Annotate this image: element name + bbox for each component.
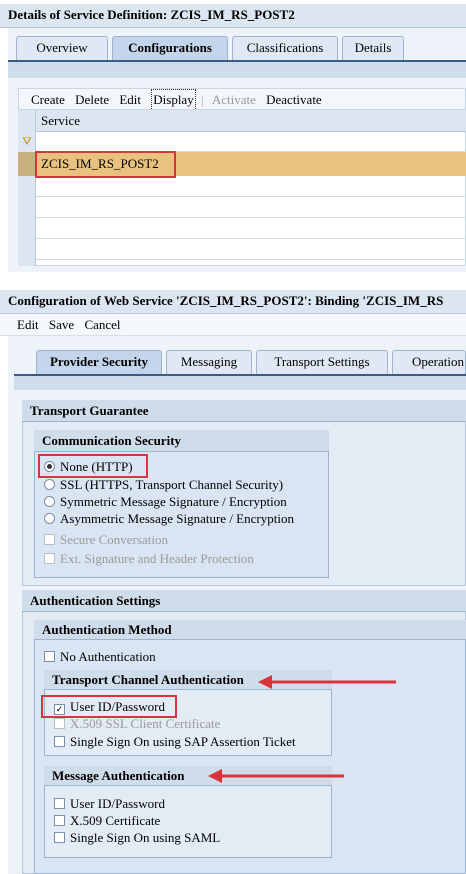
radio-ssl[interactable]: SSL (HTTPS, Transport Channel Security): [44, 476, 283, 493]
service-name-cell[interactable]: ZCIS_IM_RS_POST2: [41, 153, 173, 175]
annotation-arrow-message: [208, 769, 344, 783]
checkbox-label: Secure Conversation: [60, 532, 168, 547]
service-definition-title: Details of Service Definition: ZCIS_IM_R…: [0, 4, 466, 28]
check-no-authentication[interactable]: No Authentication: [44, 648, 156, 665]
radio-none-http[interactable]: None (HTTP): [44, 458, 133, 475]
tab-band-bottom: [14, 374, 466, 390]
checkbox-icon[interactable]: [54, 815, 65, 826]
radio-symmetric[interactable]: Symmetric Message Signature / Encryption: [44, 493, 287, 510]
checkbox-label: User ID/Password: [70, 699, 165, 714]
row-selector-selected[interactable]: [18, 152, 36, 176]
communication-security-header: Communication Security: [34, 430, 329, 452]
tab-provider-security[interactable]: Provider Security: [36, 350, 162, 374]
tab-band: [8, 60, 466, 78]
radio-selected-icon[interactable]: [44, 461, 55, 472]
edit-button[interactable]: Edit: [119, 90, 141, 110]
checkbox-icon[interactable]: [54, 798, 65, 809]
filter-icon[interactable]: ⛛: [20, 134, 34, 150]
save-button[interactable]: Save: [49, 314, 74, 336]
radio-label: Asymmetric Message Signature / Encryptio…: [60, 511, 294, 526]
tab-overview[interactable]: Overview: [16, 36, 108, 60]
check-tc-x509[interactable]: X.509 SSL Client Certificate: [54, 715, 220, 732]
checkbox-label: Single Sign On using SAP Assertion Ticke…: [70, 734, 296, 749]
tab-messaging[interactable]: Messaging: [166, 350, 252, 374]
check-msg-user-password[interactable]: User ID/Password: [54, 795, 165, 812]
tab-operation[interactable]: Operation: [392, 350, 466, 374]
checkbox-label: User ID/Password: [70, 796, 165, 811]
checkbox-icon[interactable]: [54, 832, 65, 843]
authentication-method-header: Authentication Method: [34, 620, 466, 640]
toolbar-separator: |: [200, 92, 204, 107]
transport-guarantee-header: Transport Guarantee: [22, 400, 466, 422]
column-header-service[interactable]: Service: [36, 110, 466, 132]
tab-configurations[interactable]: Configurations: [112, 36, 228, 60]
display-button[interactable]: Display: [151, 89, 196, 111]
radio-label: Symmetric Message Signature / Encryption: [60, 494, 287, 509]
radio-icon[interactable]: [44, 479, 55, 490]
create-button[interactable]: Create: [31, 90, 65, 110]
checkbox-label: X.509 SSL Client Certificate: [70, 716, 221, 731]
check-secure-conversation[interactable]: Secure Conversation: [44, 531, 168, 548]
checkbox-icon[interactable]: [54, 736, 65, 747]
check-tc-sso-sap[interactable]: Single Sign On using SAP Assertion Ticke…: [54, 733, 296, 750]
radio-label: None (HTTP): [60, 459, 133, 474]
cancel-button[interactable]: Cancel: [84, 314, 120, 336]
table-row[interactable]: [36, 176, 466, 197]
annotation-arrow-transport: [258, 675, 396, 689]
page-title: Details of Service Definition: ZCIS_IM_R…: [8, 7, 295, 22]
check-msg-sso-saml[interactable]: Single Sign On using SAML: [54, 829, 220, 846]
checkbox-icon[interactable]: [54, 718, 65, 729]
checkbox-label: Ext. Signature and Header Protection: [60, 551, 254, 566]
tab-details[interactable]: Details: [342, 36, 404, 60]
checkbox-icon[interactable]: [44, 553, 55, 564]
checkbox-label: Single Sign On using SAML: [70, 830, 221, 845]
authentication-settings-header: Authentication Settings: [22, 590, 466, 612]
checkbox-icon[interactable]: [44, 651, 55, 662]
edit-config-button[interactable]: Edit: [17, 314, 39, 336]
checkbox-label: No Authentication: [60, 649, 156, 664]
table-row[interactable]: [36, 197, 466, 218]
check-tc-user-password[interactable]: ✓ User ID/Password: [54, 698, 165, 715]
service-toolbar: Create Delete Edit Display | Activate De…: [18, 88, 466, 111]
tab-transport-settings[interactable]: Transport Settings: [256, 350, 388, 374]
tab-classifications[interactable]: Classifications: [232, 36, 338, 60]
web-service-config-title: Configuration of Web Service 'ZCIS_IM_RS…: [0, 290, 466, 314]
check-msg-x509[interactable]: X.509 Certificate: [54, 812, 160, 829]
table-row[interactable]: [36, 239, 466, 260]
radio-icon[interactable]: [44, 496, 55, 507]
activate-button[interactable]: Activate: [212, 90, 256, 110]
table-filter-row[interactable]: [36, 132, 466, 152]
deactivate-button[interactable]: Deactivate: [266, 90, 322, 110]
delete-button[interactable]: Delete: [75, 90, 109, 110]
radio-label: SSL (HTTPS, Transport Channel Security): [60, 477, 284, 492]
checkbox-icon[interactable]: [44, 534, 55, 545]
table-row[interactable]: [36, 218, 466, 239]
config-title: Configuration of Web Service 'ZCIS_IM_RS…: [8, 293, 444, 308]
checkbox-label: X.509 Certificate: [70, 813, 161, 828]
radio-asymmetric[interactable]: Asymmetric Message Signature / Encryptio…: [44, 510, 294, 527]
config-toolbar: Edit Save Cancel: [0, 314, 466, 336]
checkbox-checked-icon[interactable]: ✓: [54, 704, 65, 715]
check-ext-signature[interactable]: Ext. Signature and Header Protection: [44, 550, 254, 567]
radio-icon[interactable]: [44, 513, 55, 524]
